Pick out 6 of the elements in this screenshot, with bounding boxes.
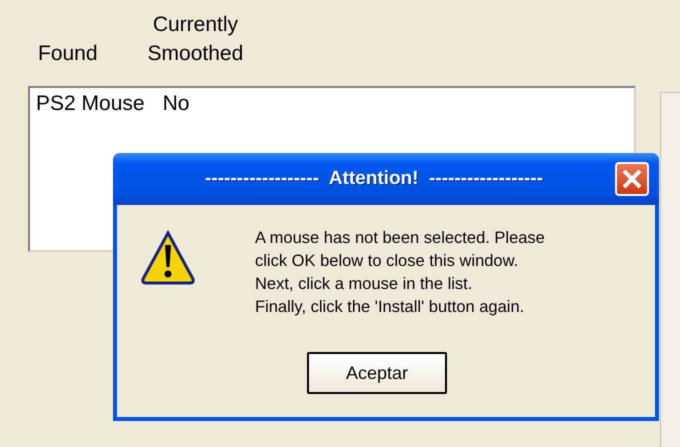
column-header: Found: [38, 41, 98, 67]
column-header: Currently Smoothed: [148, 12, 244, 67]
dialog-message: A mouse has not been selected. Please click OK below to close this window. Next, click a mouse in the list. Finally, click the 'Install' button again.: [255, 228, 545, 318]
list-cell: PS2 Mouse: [36, 92, 145, 116]
list-cell: No: [162, 92, 190, 116]
dialog-title: ------------------ Attention! ------------------: [204, 168, 544, 190]
